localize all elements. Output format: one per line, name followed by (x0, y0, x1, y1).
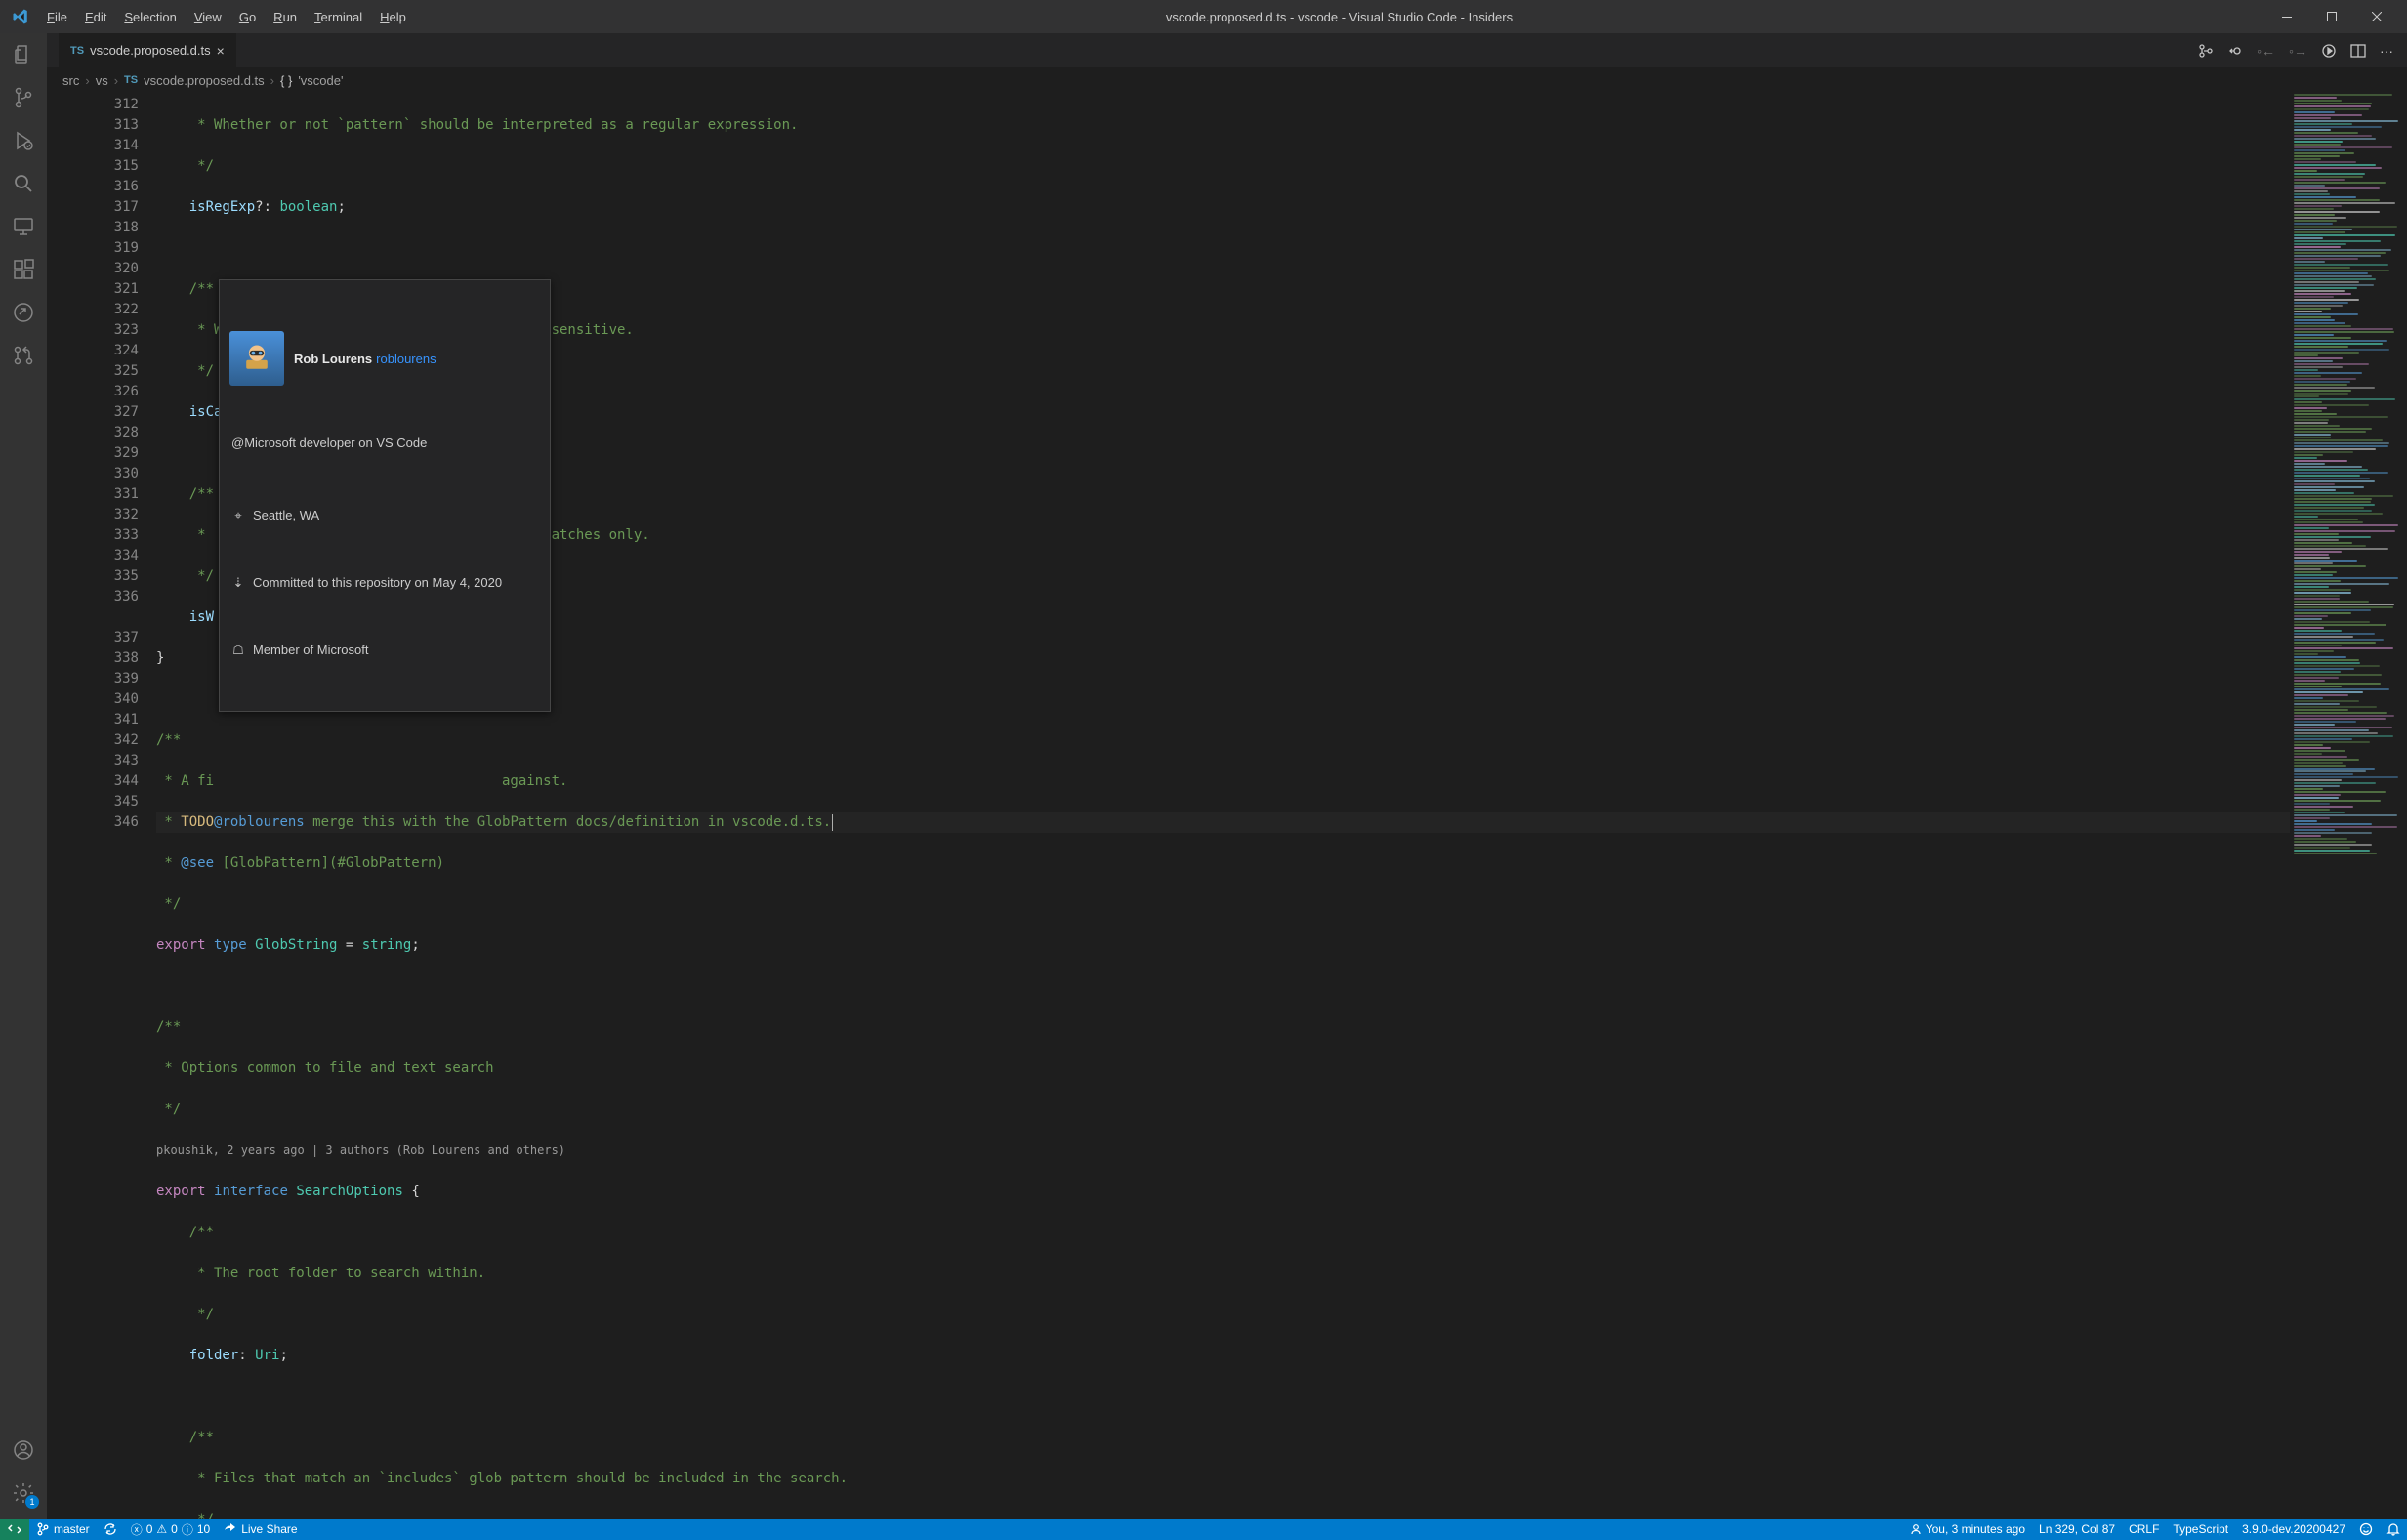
source-control-icon[interactable] (10, 84, 37, 111)
chevron-right-icon: › (114, 73, 118, 88)
cursor-position[interactable]: Ln 329, Col 87 (2032, 1519, 2122, 1540)
breadcrumb-item[interactable]: vs (96, 73, 108, 88)
hover-name: Rob Lourens (294, 352, 372, 366)
git-blame-status[interactable]: You, 3 minutes ago (1903, 1519, 2032, 1540)
nav-back-icon[interactable]: ◦← (2257, 43, 2275, 59)
commit-icon: ⇣ (231, 572, 245, 593)
chevron-right-icon: › (270, 73, 274, 88)
codelens[interactable]: pkoushik, 2 years ago | 3 authors (Rob L… (156, 1144, 565, 1157)
menu-bar: FFileile Edit Selection View Go Run Term… (39, 6, 414, 28)
typescript-icon: TS (124, 74, 138, 86)
close-button[interactable] (2354, 0, 2399, 33)
window-controls (2264, 0, 2399, 33)
compare-icon[interactable] (2198, 43, 2214, 59)
menu-help[interactable]: Help (372, 6, 414, 28)
tab-active[interactable]: TS vscode.proposed.d.ts × (59, 33, 237, 67)
search-icon[interactable] (10, 170, 37, 197)
feedback-icon[interactable] (2352, 1519, 2380, 1540)
run-icon[interactable] (2321, 43, 2337, 59)
menu-view[interactable]: View (187, 6, 229, 28)
hover-bio: @Microsoft developer on VS Code (220, 433, 550, 461)
problems[interactable]: ⓧ0 ⚠0 ⓘ10 (124, 1519, 218, 1540)
avatar (229, 331, 284, 386)
typescript-icon: TS (70, 45, 84, 57)
notifications-icon[interactable] (2380, 1519, 2407, 1540)
hover-username[interactable]: roblourens (376, 352, 436, 366)
settings-badge: 1 (25, 1495, 39, 1509)
ts-version[interactable]: 3.9.0-dev.20200427 (2235, 1519, 2352, 1540)
live-share[interactable]: Live Share (217, 1519, 304, 1540)
tab-bar: TS vscode.proposed.d.ts × ◦← ◦→ ··· (47, 33, 2407, 67)
hover-org: Member of Microsoft (253, 640, 368, 660)
menu-selection[interactable]: Selection (116, 6, 184, 28)
explorer-icon[interactable] (10, 41, 37, 68)
line-number-gutter: 3123133143153163173183193203213223233243… (47, 93, 156, 1519)
close-icon[interactable]: × (217, 43, 225, 59)
maximize-button[interactable] (2309, 0, 2354, 33)
title-bar: FFileile Edit Selection View Go Run Term… (0, 0, 2407, 33)
hover-commit: Committed to this repository on May 4, 2… (253, 572, 502, 593)
breadcrumb-symbol[interactable]: 'vscode' (298, 73, 343, 88)
eol-indicator[interactable]: CRLF (2122, 1519, 2166, 1540)
breadcrumbs[interactable]: src › vs › TS vscode.proposed.d.ts › { }… (47, 67, 2407, 93)
split-editor-icon[interactable] (2350, 43, 2366, 59)
gitlens-icon[interactable] (10, 299, 37, 326)
code-content[interactable]: * Whether or not `pattern` should be int… (156, 93, 2290, 1519)
settings-gear-icon[interactable]: 1 (10, 1479, 37, 1507)
run-debug-icon[interactable] (10, 127, 37, 154)
code-editor[interactable]: 3123133143153163173183193203213223233243… (47, 93, 2290, 1519)
tab-label: vscode.proposed.d.ts (90, 43, 211, 58)
remote-indicator[interactable] (0, 1519, 29, 1540)
account-icon[interactable] (10, 1436, 37, 1464)
namespace-icon: { } (280, 73, 292, 88)
editor-actions: ◦← ◦→ ··· (2198, 33, 2407, 67)
minimize-button[interactable] (2264, 0, 2309, 33)
github-pr-icon[interactable] (10, 342, 37, 369)
activity-bar: 1 (0, 33, 47, 1519)
menu-go[interactable]: Go (231, 6, 264, 28)
breadcrumb-item[interactable]: src (62, 73, 79, 88)
menu-run[interactable]: Run (266, 6, 305, 28)
git-branch[interactable]: master (29, 1519, 97, 1540)
menu-terminal[interactable]: Terminal (307, 6, 370, 28)
menu-file[interactable]: FFileile (39, 6, 75, 28)
remote-explorer-icon[interactable] (10, 213, 37, 240)
status-bar: master ⓧ0 ⚠0 ⓘ10 Live Share You, 3 minut… (0, 1519, 2407, 1540)
sync-button[interactable] (97, 1519, 124, 1540)
nav-fwd-icon[interactable]: ◦→ (2289, 43, 2307, 59)
more-icon[interactable]: ··· (2380, 43, 2393, 59)
vscode-logo-icon (12, 8, 29, 25)
github-user-hover: Rob Lourens roblourens @Microsoft develop… (219, 279, 551, 712)
language-mode[interactable]: TypeScript (2166, 1519, 2235, 1540)
editor-area: TS vscode.proposed.d.ts × ◦← ◦→ ··· src … (47, 33, 2407, 1519)
extensions-icon[interactable] (10, 256, 37, 283)
minimap[interactable] (2290, 93, 2407, 1519)
breadcrumb-item[interactable]: vscode.proposed.d.ts (144, 73, 265, 88)
menu-edit[interactable]: Edit (77, 6, 114, 28)
location-icon: ⌖ (231, 505, 245, 525)
chevron-right-icon: › (85, 73, 89, 88)
org-icon: ☖ (231, 640, 245, 660)
window-title: vscode.proposed.d.ts - vscode - Visual S… (414, 10, 2264, 24)
hover-location: Seattle, WA (253, 505, 319, 525)
prev-change-icon[interactable] (2227, 43, 2243, 59)
